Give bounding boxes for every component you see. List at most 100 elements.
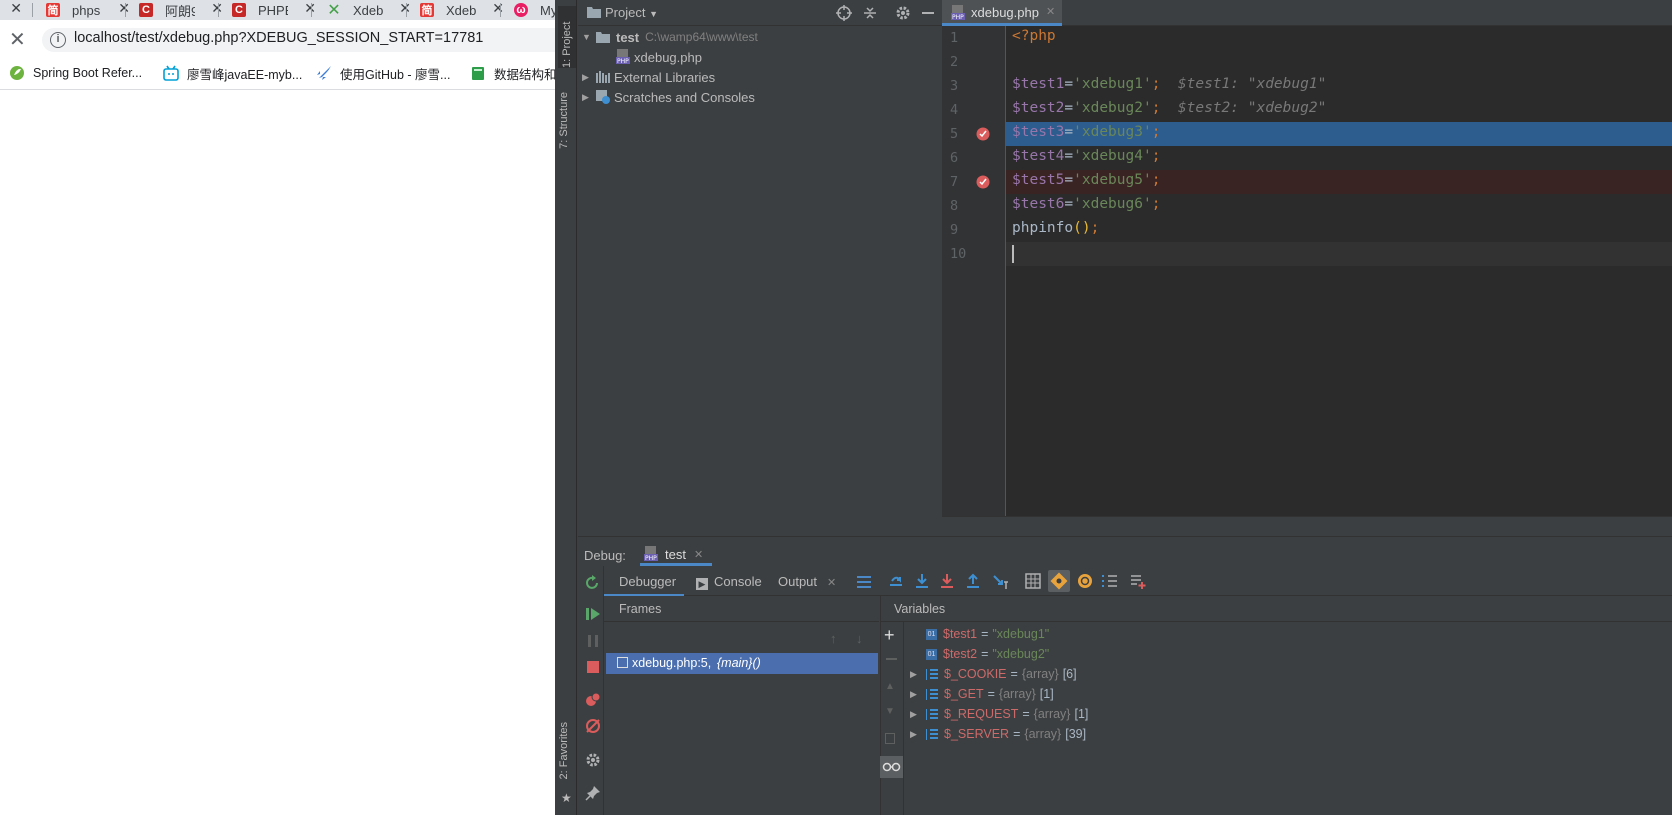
bookmark-item[interactable]: 数据结构和 — [470, 63, 557, 83]
editor-gutter[interactable] — [942, 26, 1006, 516]
remove-icon[interactable] — [886, 658, 897, 660]
editor-scroll-area[interactable] — [942, 516, 1672, 536]
bookmark-item[interactable]: 使用GitHub - 廖雪... — [316, 63, 450, 83]
run-to-cursor-icon[interactable] — [992, 573, 1008, 589]
move-down-icon[interactable]: ▼ — [885, 706, 895, 717]
variable-name: $_COOKIE — [944, 667, 1007, 681]
step-over-icon[interactable] — [914, 573, 930, 589]
glasses-icon[interactable] — [880, 756, 903, 778]
breakpoint-icon[interactable] — [976, 127, 990, 141]
mute-breakpoints-icon[interactable] — [585, 718, 601, 734]
close-tab-icon[interactable]: ✕ — [694, 548, 703, 561]
browser-tab[interactable]: 简 Xdeb ✕ — [420, 0, 504, 20]
code-line: $test1='xdebug1'; $test1: "xdebug1" — [1012, 76, 1326, 92]
browser-tab[interactable]: ✕ Xdeb ✕ — [327, 0, 411, 20]
arrow-up-icon[interactable]: ↑ — [830, 631, 837, 646]
project-view-selector[interactable]: Project ▼ — [605, 5, 658, 20]
variable-row[interactable]: ▶ $_COOKIE = {array} [6] — [910, 664, 1077, 684]
minimize-icon[interactable] — [922, 12, 934, 14]
variable-row[interactable]: ▶ $_REQUEST = {array} [1] — [910, 704, 1088, 724]
tree-item-file[interactable]: PHP xdebug.php — [616, 47, 702, 67]
variable-row[interactable]: 01 $test2 = "xdebug2" — [910, 644, 1049, 664]
stop-icon[interactable] — [585, 659, 601, 675]
chevron-right-icon[interactable]: ▶ — [910, 669, 926, 680]
editor-tab[interactable]: PHP xdebug.php ✕ — [942, 0, 1062, 26]
rerun-icon[interactable] — [584, 575, 600, 591]
line-number: 4 — [950, 102, 959, 118]
toggle-breakpoints-icon[interactable] — [1048, 570, 1070, 592]
evaluate-icon[interactable] — [1025, 573, 1041, 589]
tab-console[interactable]: ▶ Console — [696, 574, 762, 590]
tree-item-scratches[interactable]: ▶ Scratches and Consoles — [582, 87, 755, 107]
browser-tab[interactable]: ✕ — [0, 0, 28, 20]
chevron-right-icon[interactable]: ▶ — [910, 729, 926, 740]
url-text[interactable]: localhost/test/xdebug.php?XDEBUG_SESSION… — [74, 30, 483, 46]
frame-item[interactable]: xdebug.php:5, {main}() — [606, 653, 878, 674]
tab-title: phps — [72, 2, 101, 18]
frame-function: {main}() — [717, 656, 761, 670]
variable-row[interactable]: ▶ $_GET = {array} [1] — [910, 684, 1054, 704]
layout-icon[interactable] — [857, 576, 871, 588]
resume-icon[interactable] — [585, 606, 601, 622]
tree-item-external[interactable]: ▶ External Libraries — [582, 67, 715, 87]
root-name: test — [616, 29, 640, 45]
close-tab-icon[interactable]: ✕ — [1046, 5, 1055, 18]
tool-tab-structure[interactable]: 7: Structure — [558, 92, 570, 149]
tool-tab-label: 2: Favorites — [558, 722, 570, 780]
line-number: 1 — [950, 30, 959, 46]
arrow-down-icon[interactable]: ↓ — [856, 631, 863, 646]
locate-icon[interactable] — [836, 5, 852, 21]
php-file-icon: PHP — [951, 5, 965, 21]
stop-loading-icon[interactable]: ✕ — [9, 30, 26, 50]
tool-tab-favorites[interactable]: 2: Favorites — [558, 722, 570, 779]
step-out-icon[interactable] — [965, 573, 981, 589]
tab-title: 阿朗9 — [165, 3, 195, 19]
browser-tab[interactable]: C 阿朗9 ✕ — [139, 0, 223, 20]
file-name: xdebug.php — [634, 49, 702, 65]
gear-icon[interactable] — [585, 752, 601, 768]
browser-tab[interactable]: ω My — [514, 0, 555, 20]
tab-debugger[interactable]: Debugger — [619, 574, 676, 589]
tool-tab-project[interactable]: 1: Project — [558, 6, 576, 68]
book-icon — [470, 65, 486, 81]
collapse-all-icon[interactable] — [862, 5, 878, 21]
info-icon[interactable]: i — [50, 32, 66, 48]
pause-icon[interactable] — [585, 633, 601, 649]
gear-icon[interactable] — [895, 5, 911, 21]
tab-output[interactable]: Output ✕ — [778, 574, 836, 589]
bookmark-item[interactable]: Spring Boot Refer... — [9, 63, 142, 83]
chevron-right-icon[interactable]: ▶ — [910, 689, 926, 700]
code-string: 'xdebug3' — [1073, 124, 1152, 140]
chevron-right-icon[interactable]: ▶ — [910, 709, 926, 720]
line-number: 10 — [950, 246, 967, 262]
close-tab-icon[interactable]: ✕ — [10, 0, 22, 17]
debug-session-tab[interactable]: PHP test ✕ — [640, 544, 712, 566]
breakpoint-icon[interactable] — [976, 175, 990, 189]
code-variable: $test5 — [1012, 172, 1065, 188]
view-breakpoints-icon[interactable] — [585, 692, 601, 708]
frames-list-icon[interactable] — [1102, 573, 1118, 589]
pin-icon[interactable] — [585, 785, 601, 801]
folder-icon — [587, 6, 601, 18]
add-icon[interactable]: + — [884, 626, 895, 644]
copy-icon[interactable] — [885, 733, 895, 744]
tab-title: Xdeb — [446, 2, 476, 18]
add-watch-icon[interactable] — [1130, 573, 1146, 589]
root-path: C:\wamp64\www\test — [645, 30, 758, 44]
tab-title: PHPE — [258, 2, 288, 18]
show-execution-point-icon[interactable] — [888, 573, 904, 589]
debug-side-toolbar — [578, 566, 604, 815]
browser-tab[interactable]: C PHPE ✕ — [232, 0, 316, 20]
step-into-icon[interactable] — [939, 573, 955, 589]
scratches-icon — [596, 90, 610, 104]
bookmark-item[interactable]: 廖雪峰javaEE-myb... — [163, 63, 302, 83]
variable-row[interactable]: 01 $test1 = "xdebug1" — [910, 624, 1049, 644]
variable-row[interactable]: ▶ $_SERVER = {array} [39] — [910, 724, 1086, 744]
tree-item-root[interactable]: ▼ test C:\wamp64\www\test — [582, 27, 758, 47]
move-up-icon[interactable]: ▲ — [885, 681, 895, 692]
close-tab-icon[interactable]: ✕ — [827, 577, 836, 589]
primitive-icon: 01 — [926, 628, 937, 640]
view-breakpoints-icon[interactable] — [1077, 573, 1093, 589]
browser-tab[interactable]: 简 phps ✕ — [46, 0, 130, 20]
close-tab-icon[interactable]: ✕ — [492, 0, 504, 17]
